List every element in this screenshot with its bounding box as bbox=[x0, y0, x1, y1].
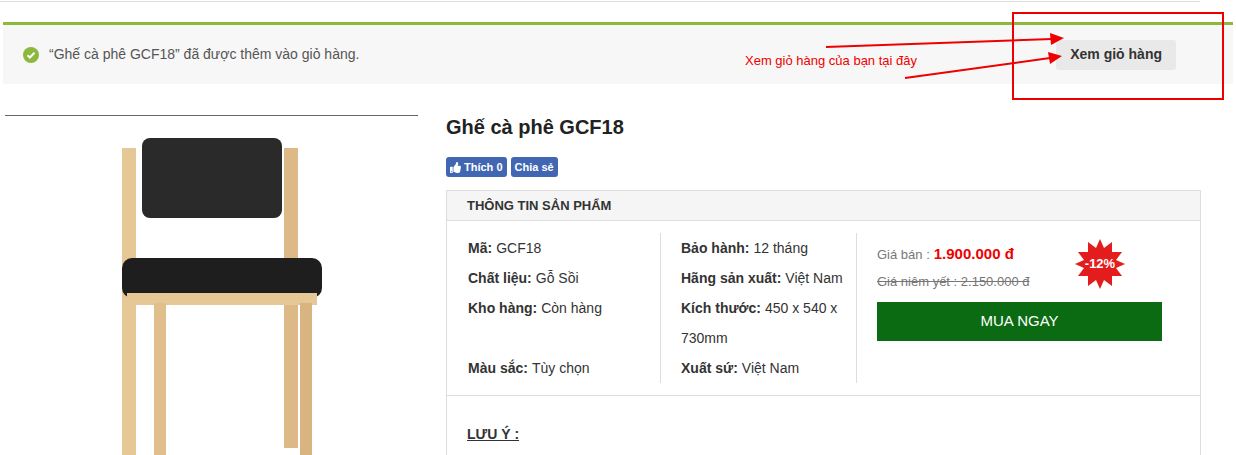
note-heading: LƯU Ý : bbox=[467, 426, 519, 442]
annotation-text: Xem giỏ hàng của bạn tại đây bbox=[745, 51, 917, 71]
price-panel: Giá bán :1.900.000 đGiá niêm yết : 2.150… bbox=[856, 233, 1182, 383]
product-details: Ghế cà phê GCF18 Thích 0Chia sẻ THÔNG TIN … bbox=[446, 113, 1201, 455]
info-label: Chất liệu: bbox=[468, 270, 532, 286]
info-box: THÔNG TIN SẢN PHẨMMã:GCF18Bảo hành:12 th… bbox=[446, 190, 1201, 455]
top-divider bbox=[0, 1, 1200, 2]
info-row: Mã:GCF18Bảo hành:12 tháng bbox=[447, 233, 856, 263]
info-cell: Xuất sứ:Việt Nam bbox=[661, 353, 856, 383]
info-label: Kích thước: bbox=[681, 300, 761, 316]
info-value: 12 tháng bbox=[753, 240, 808, 256]
info-cell: Kho hàng:Còn hàng bbox=[447, 293, 661, 353]
info-cell: Mã:GCF18 bbox=[447, 233, 661, 263]
view-cart-button[interactable]: Xem giỏ hàng bbox=[1056, 40, 1176, 70]
product-title: Ghế cà phê GCF18 bbox=[446, 113, 1201, 141]
thumbs-up-icon bbox=[450, 162, 461, 173]
annotation-box bbox=[1012, 12, 1224, 100]
info-value: Việt Nam bbox=[742, 360, 799, 376]
info-value: Gỗ Sồi bbox=[536, 270, 579, 286]
info-value: Việt Nam bbox=[785, 270, 842, 286]
share-button[interactable]: Chia sẻ bbox=[511, 157, 558, 177]
check-icon bbox=[23, 47, 39, 63]
annotation-arrows-icon bbox=[0, 0, 1236, 455]
info-cell: Chất liệu:Gỗ Sồi bbox=[447, 263, 661, 293]
info-value: Còn hàng bbox=[541, 300, 602, 316]
info-row: Kho hàng:Còn hàngKích thước:450 x 540 x … bbox=[447, 293, 856, 353]
page: “Ghế cà phê GCF18” đã được thêm vào giỏ … bbox=[0, 0, 1236, 455]
like-button[interactable]: Thích 0 bbox=[446, 157, 507, 177]
chair-photo-icon bbox=[62, 128, 362, 455]
discount-badge: -12% bbox=[1075, 239, 1125, 289]
info-label: Mã: bbox=[468, 240, 492, 256]
info-cell: Bảo hành:12 tháng bbox=[661, 233, 856, 263]
info-row: Chất liệu:Gỗ SồiHãng sản xuất:Việt Nam bbox=[447, 263, 856, 293]
info-row: Màu sắc:Tùy chọnXuất sứ:Việt Nam bbox=[447, 353, 856, 383]
info-label: Hãng sản xuất: bbox=[681, 270, 781, 286]
info-value: Tùy chọn bbox=[532, 360, 590, 376]
info-cell: Hãng sản xuất:Việt Nam bbox=[661, 263, 856, 293]
info-label: Màu sắc: bbox=[468, 360, 528, 376]
info-value: GCF18 bbox=[496, 240, 541, 256]
notice-message: “Ghế cà phê GCF18” đã được thêm vào giỏ … bbox=[49, 44, 359, 65]
info-cell: Màu sắc:Tùy chọn bbox=[447, 353, 661, 383]
product-image bbox=[5, 115, 418, 455]
info-heading: THÔNG TIN SẢN PHẨM bbox=[447, 191, 1200, 221]
info-cell: Kích thước:450 x 540 x 730mm bbox=[661, 293, 856, 353]
buy-now-button[interactable]: MUA NGAY bbox=[877, 302, 1162, 341]
cart-notice: “Ghế cà phê GCF18” đã được thêm vào giỏ … bbox=[3, 22, 1233, 84]
info-label: Bảo hành: bbox=[681, 240, 749, 256]
info-label: Xuất sứ: bbox=[681, 360, 738, 376]
info-label: Kho hàng: bbox=[468, 300, 537, 316]
